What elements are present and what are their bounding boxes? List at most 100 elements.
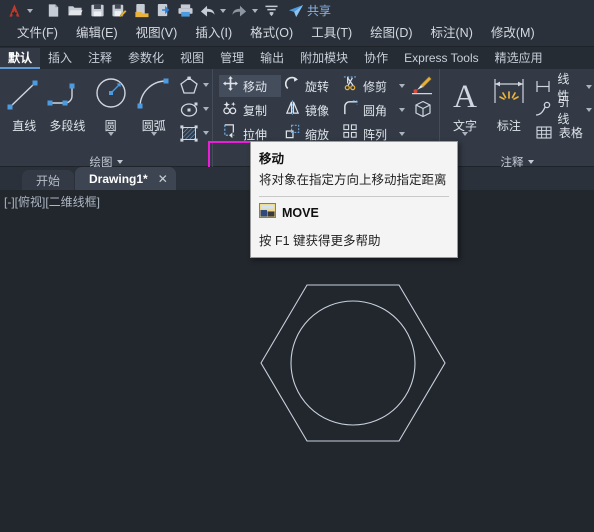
tool-trim-dropdown-icon[interactable]: [399, 84, 405, 88]
3d-box-icon: [410, 98, 434, 120]
text-icon: A: [447, 74, 483, 116]
ribbon-tab-express-tools[interactable]: Express Tools: [396, 48, 486, 69]
move-tooltip: 移动 将对象在指定方向上移动指定距离 MOVE 按 F1 键获得更多帮助: [250, 141, 458, 258]
tool-fillet-label: 圆角: [363, 103, 388, 118]
tool-copy-label: 复制: [243, 103, 268, 118]
tool-ellipse-dropdown-icon[interactable]: [202, 107, 209, 111]
move-icon: [222, 75, 239, 97]
ribbon-tab-parametric[interactable]: 参数化: [120, 48, 172, 69]
fillet-icon: [342, 99, 359, 121]
tool-rotate[interactable]: 旋转: [281, 75, 339, 97]
panel-annotation-expand-icon[interactable]: [527, 160, 534, 164]
print-icon[interactable]: [174, 1, 196, 21]
undo-dropdown-icon[interactable]: [218, 1, 228, 20]
svg-text:A: A: [453, 79, 477, 114]
tool-scale-label: 缩放: [305, 127, 330, 142]
document-tab-drawing1[interactable]: Drawing1* ✕: [75, 167, 176, 190]
arc-icon: [132, 74, 176, 116]
menu-item-dimension[interactable]: 标注(N): [422, 23, 482, 44]
ribbon-tab-addins[interactable]: 附加模块: [292, 48, 356, 69]
ribbon-tab-bar: 默认 插入 注释 参数化 视图 管理 输出 附加模块 协作 Express To…: [0, 47, 594, 69]
menu-item-file[interactable]: 文件(F): [8, 23, 67, 44]
tool-dimension-label: 标注: [496, 119, 521, 133]
tool-polyline[interactable]: 多段线: [45, 72, 89, 134]
panel-draw-expand-icon[interactable]: [116, 160, 123, 164]
ellipse-icon: [177, 98, 201, 120]
tool-dimension[interactable]: 标注: [486, 72, 532, 134]
export-icon[interactable]: [130, 1, 152, 21]
polyline-icon: [45, 74, 89, 116]
copy-icon: [222, 99, 239, 121]
tool-rotate-label: 旋转: [305, 79, 330, 94]
ribbon-tab-collaborate[interactable]: 协作: [356, 48, 396, 69]
redo-icon[interactable]: [228, 1, 250, 21]
menu-item-insert[interactable]: 插入(I): [186, 23, 241, 44]
customize-qat-icon[interactable]: [260, 1, 282, 21]
tool-mirror-label: 镜像: [305, 103, 330, 118]
ribbon-tab-annotate[interactable]: 注释: [80, 48, 120, 69]
tool-polygon[interactable]: [177, 74, 209, 96]
tool-mirror[interactable]: 镜像: [281, 99, 339, 121]
tool-ellipse[interactable]: [177, 98, 209, 120]
undo-icon[interactable]: [196, 1, 218, 21]
tool-leader[interactable]: 引线: [532, 95, 592, 126]
document-tab-start[interactable]: 开始: [22, 170, 75, 190]
tool-array-label: 阵列: [363, 127, 388, 142]
tool-hatch-dropdown-icon[interactable]: [202, 131, 209, 135]
ribbon-tab-view[interactable]: 视图: [172, 48, 212, 69]
tool-copy[interactable]: 复制: [219, 99, 281, 121]
save-icon[interactable]: [86, 1, 108, 21]
tool-move[interactable]: 移动: [219, 75, 281, 97]
menu-item-modify[interactable]: 修改(M): [482, 23, 544, 44]
tool-table[interactable]: 表格: [532, 121, 592, 144]
menu-item-view[interactable]: 视图(V): [127, 23, 187, 44]
tool-arc[interactable]: 圆弧: [132, 72, 176, 154]
menu-item-tools[interactable]: 工具(T): [302, 23, 361, 44]
draw-mini-tools: [176, 72, 210, 144]
tool-3d-object[interactable]: [410, 98, 434, 120]
modify-extra-tools: [407, 72, 437, 120]
ribbon-tab-manage[interactable]: 管理: [212, 48, 252, 69]
ribbon-tab-home[interactable]: 默认: [0, 48, 41, 69]
inscribed-circle-shape[interactable]: [290, 300, 416, 426]
import-icon[interactable]: [152, 1, 174, 21]
ribbon-tab-output[interactable]: 输出: [252, 48, 292, 69]
ribbon-tab-insert[interactable]: 插入: [40, 48, 80, 69]
redo-dropdown-icon[interactable]: [250, 1, 260, 20]
tool-fillet[interactable]: 圆角: [339, 99, 397, 121]
save-as-icon[interactable]: [108, 1, 130, 21]
tool-array-dropdown-icon[interactable]: [399, 132, 405, 136]
tool-polygon-dropdown-icon[interactable]: [202, 83, 209, 87]
panel-annotation: A 文字 标注 线性 引线 表格 注释: [440, 69, 594, 169]
document-tab-close-icon[interactable]: ✕: [158, 172, 168, 186]
ribbon-tab-featured-apps[interactable]: 精选应用: [487, 48, 551, 69]
modify-button-grid: 移动 旋转 修剪 复制 镜像 圆角 拉伸 缩放 阵列: [219, 72, 405, 146]
tool-move-label: 移动: [243, 79, 268, 94]
tool-arc-dropdown-icon[interactable]: [150, 132, 157, 154]
tool-circle-dropdown-icon[interactable]: [107, 132, 114, 154]
menu-item-edit[interactable]: 编辑(E): [67, 23, 127, 44]
share-button[interactable]: 共享: [288, 1, 331, 21]
tool-text-dropdown-icon[interactable]: [462, 132, 468, 154]
menu-item-format[interactable]: 格式(O): [241, 23, 302, 44]
tool-match-properties[interactable]: [410, 74, 434, 96]
tool-line[interactable]: 直线: [3, 72, 45, 134]
tool-leader-dropdown-icon[interactable]: [586, 107, 592, 112]
application-menu-caret-icon[interactable]: [25, 1, 35, 20]
rotate-icon: [284, 75, 301, 97]
autocad-window: 共享 文件(F) 编辑(E) 视图(V) 插入(I) 格式(O) 工具(T) 绘…: [0, 0, 594, 532]
tool-trim[interactable]: 修剪: [339, 75, 397, 97]
tool-linear-dimension-dropdown-icon[interactable]: [586, 84, 592, 89]
menu-item-draw[interactable]: 绘图(D): [361, 23, 421, 44]
application-menu-button[interactable]: [4, 1, 24, 20]
new-file-icon[interactable]: [42, 1, 64, 21]
tool-circle[interactable]: 圆: [89, 72, 131, 154]
hexagon-shape[interactable]: [260, 284, 446, 442]
tool-fillet-dropdown-icon[interactable]: [399, 108, 405, 112]
paint-brush-icon: [410, 74, 434, 96]
tool-hatch[interactable]: [177, 122, 209, 144]
trim-icon: [342, 75, 359, 97]
document-tab-start-label: 开始: [36, 173, 61, 188]
tooltip-description: 将对象在指定方向上移动指定距离: [259, 173, 447, 187]
open-file-icon[interactable]: [64, 1, 86, 21]
